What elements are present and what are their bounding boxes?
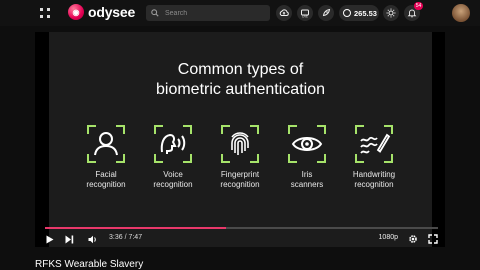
menu-button[interactable] [38,6,52,20]
method-label: Voice recognition [153,170,193,189]
site-header: ◉ odysee LIVE 265.53 [0,0,480,26]
rocket-button[interactable] [318,5,334,21]
sun-icon [386,8,396,18]
play-button[interactable] [45,233,55,245]
upload-button[interactable] [276,5,292,21]
method-facial: Facial recognition [70,124,142,190]
skip-next-icon [65,235,73,243]
settings-button[interactable] [407,233,418,245]
video-player[interactable]: Common types of biometric authentication… [35,32,445,247]
next-button[interactable] [64,233,74,245]
slide-title: Common types of biometric authentication [156,61,325,98]
go-live-button[interactable]: LIVE [297,5,313,21]
method-voice: Voice recognition [137,124,209,190]
volume-button[interactable] [87,233,98,245]
svg-text:LIVE: LIVE [302,15,308,18]
fullscreen-button[interactable] [427,233,438,245]
search-icon [151,9,159,17]
wallet-balance: 265.53 [354,8,377,18]
eye-icon [288,125,326,163]
method-label: Iris scanners [290,170,324,189]
gear-icon [408,235,417,243]
volume-icon [88,235,96,243]
time-display: 3:36 / 7:47 [109,234,143,241]
search-input[interactable] [163,8,267,18]
fullscreen-icon [427,234,438,244]
player-controls: 3:36 / 7:47 1080p [45,233,438,245]
method-handwriting: Handwriting recognition [338,124,410,190]
method-label: Handwriting recognition [352,170,396,189]
method-iris: Iris scanners [271,124,343,190]
upload-icon [279,9,289,16]
live-icon: LIVE [301,9,309,18]
face-icon [87,125,125,163]
notification-count-badge: 54 [414,2,423,10]
method-fingerprint: Fingerprint recognition [204,124,276,190]
seek-bar-played [45,227,226,229]
play-icon [46,235,54,243]
credits-icon [343,9,351,17]
handwriting-icon [355,125,393,163]
logo-mark-icon: ◉ [68,4,84,20]
search-bar[interactable] [146,5,270,21]
wallet-balance-button[interactable]: 265.53 [339,5,379,21]
menu-icon [40,8,50,18]
voice-icon [154,125,192,163]
theme-toggle-button[interactable] [383,5,399,21]
rocket-icon [322,8,331,17]
user-avatar[interactable] [452,4,470,22]
video-title: RFKS Wearable Slavery [35,259,144,270]
method-label: Facial recognition [86,170,126,189]
video-frame-slide: Common types of biometric authentication… [49,32,432,247]
brand-name: odysee [88,4,136,20]
seek-bar[interactable] [45,227,438,229]
method-label: Fingerprint recognition [220,170,260,189]
odysee-logo[interactable]: ◉ odysee [68,4,135,20]
fingerprint-icon [221,125,259,163]
quality-label[interactable]: 1080p [379,234,398,241]
